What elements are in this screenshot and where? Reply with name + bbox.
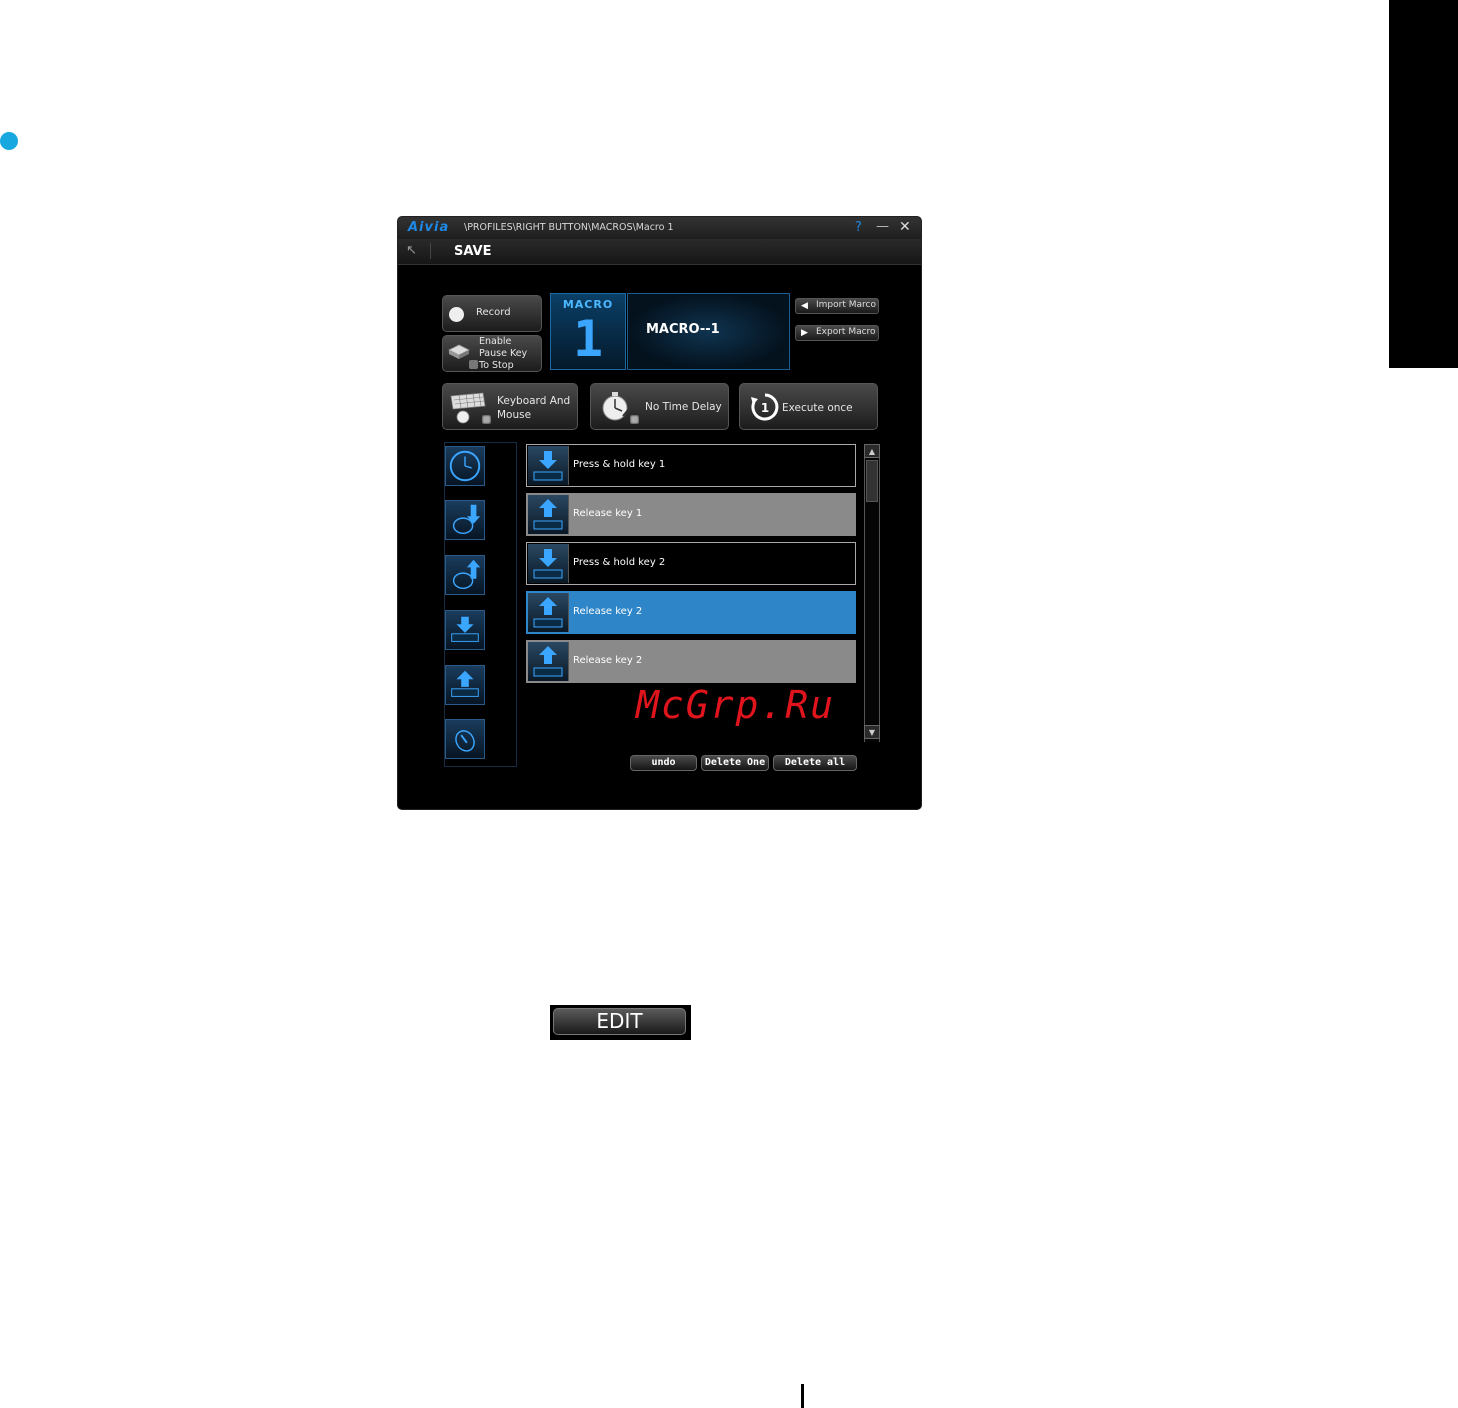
pause-dropdown-icon[interactable] [469, 360, 478, 369]
key-up-icon [528, 593, 569, 632]
execute-mode-button[interactable]: 1 Execute once [739, 383, 878, 430]
bullet-icon [0, 132, 18, 150]
list-item-label: Press & hold key 1 [573, 459, 666, 470]
macro-tile-number: 1 [572, 310, 604, 368]
enable-pause-key-button[interactable]: Enable Pause Key To Stop [442, 335, 542, 372]
save-button[interactable]: SAVE [454, 244, 491, 259]
record-label: Record [476, 307, 511, 318]
key-down-icon [528, 446, 569, 485]
mouse-up-icon[interactable] [445, 555, 485, 595]
list-item[interactable]: Release key 2 [526, 640, 856, 683]
back-icon[interactable]: ↖ [406, 243, 431, 259]
close-icon[interactable]: ✕ [899, 219, 911, 235]
scroll-down-icon[interactable]: ▼ [864, 725, 880, 739]
list-item-label: Release key 1 [573, 508, 643, 519]
window-path: \PROFILES\RIGHT BUTTON\MACROS\Macro 1 [464, 222, 674, 233]
list-item-label: Release key 2 [573, 606, 643, 617]
repeat-once-icon: 1 [751, 393, 779, 421]
execute-mode-label: Execute once [782, 402, 853, 414]
keyboard-key-icon [448, 344, 470, 359]
key-up-icon [528, 642, 569, 681]
list-item[interactable]: Release key 1 [526, 493, 856, 536]
list-item[interactable]: Press & hold key 1 [526, 444, 856, 487]
edit-button-label: EDIT [553, 1008, 686, 1035]
delete-one-button[interactable]: Delete One [701, 755, 769, 771]
macro-name-field[interactable]: MACRO--1 [627, 293, 790, 370]
page-divider [801, 1384, 804, 1408]
delete-all-button[interactable]: Delete all [773, 755, 857, 771]
key-up-icon[interactable] [445, 665, 485, 705]
watermark: McGrp.Ru [636, 683, 836, 727]
scroll-up-icon[interactable]: ▲ [864, 444, 880, 458]
list-item[interactable]: Release key 2 [526, 591, 856, 634]
input-type-button[interactable]: Keyboard And Mouse [442, 383, 578, 430]
input-type-label: Keyboard And Mouse [497, 395, 571, 421]
key-down-icon[interactable] [445, 610, 485, 650]
timer-icon[interactable] [445, 446, 485, 486]
svg-text:1: 1 [761, 401, 769, 415]
minimize-icon[interactable]: — [876, 219, 889, 234]
time-delay-dropdown-icon[interactable] [630, 415, 639, 424]
pause-key-label: Enable Pause Key To Stop [479, 336, 528, 371]
macro-name: MACRO--1 [646, 322, 720, 337]
macro-number-tile: MACRO 1 [550, 293, 626, 370]
export-macro-button[interactable]: ▶ Export Macro [795, 325, 879, 341]
title-bar: Aivia \PROFILES\RIGHT BUTTON\MACROS\Macr… [398, 217, 921, 239]
record-icon [449, 307, 464, 322]
aivia-logo: Aivia [408, 220, 450, 235]
list-scrollbar[interactable]: ▲ ▼ [864, 444, 880, 742]
input-type-dropdown-icon[interactable] [482, 415, 491, 424]
left-arrow-icon: ◀ [801, 301, 808, 311]
side-tab [1389, 0, 1458, 368]
key-up-icon [528, 495, 569, 534]
list-item-label: Press & hold key 2 [573, 557, 666, 568]
edit-button[interactable]: EDIT [550, 1005, 691, 1040]
right-arrow-icon: ▶ [801, 328, 808, 338]
scroll-thumb[interactable] [866, 460, 878, 502]
mouse-down-icon[interactable] [445, 500, 485, 540]
list-item[interactable]: Press & hold key 2 [526, 542, 856, 585]
help-icon[interactable]: ? [855, 220, 862, 235]
import-macro-button[interactable]: ◀ Import Marco [795, 298, 879, 314]
toolbar: ↖ SAVE [398, 239, 921, 265]
mouse-scroll-icon[interactable] [445, 719, 485, 759]
time-delay-label: No Time Delay [645, 401, 722, 413]
key-down-icon [528, 544, 569, 583]
list-item-label: Release key 2 [573, 655, 643, 666]
time-delay-button[interactable]: No Time Delay [590, 383, 729, 430]
undo-button[interactable]: undo [630, 755, 697, 771]
record-button[interactable]: Record [442, 295, 542, 332]
event-palette [444, 442, 517, 767]
